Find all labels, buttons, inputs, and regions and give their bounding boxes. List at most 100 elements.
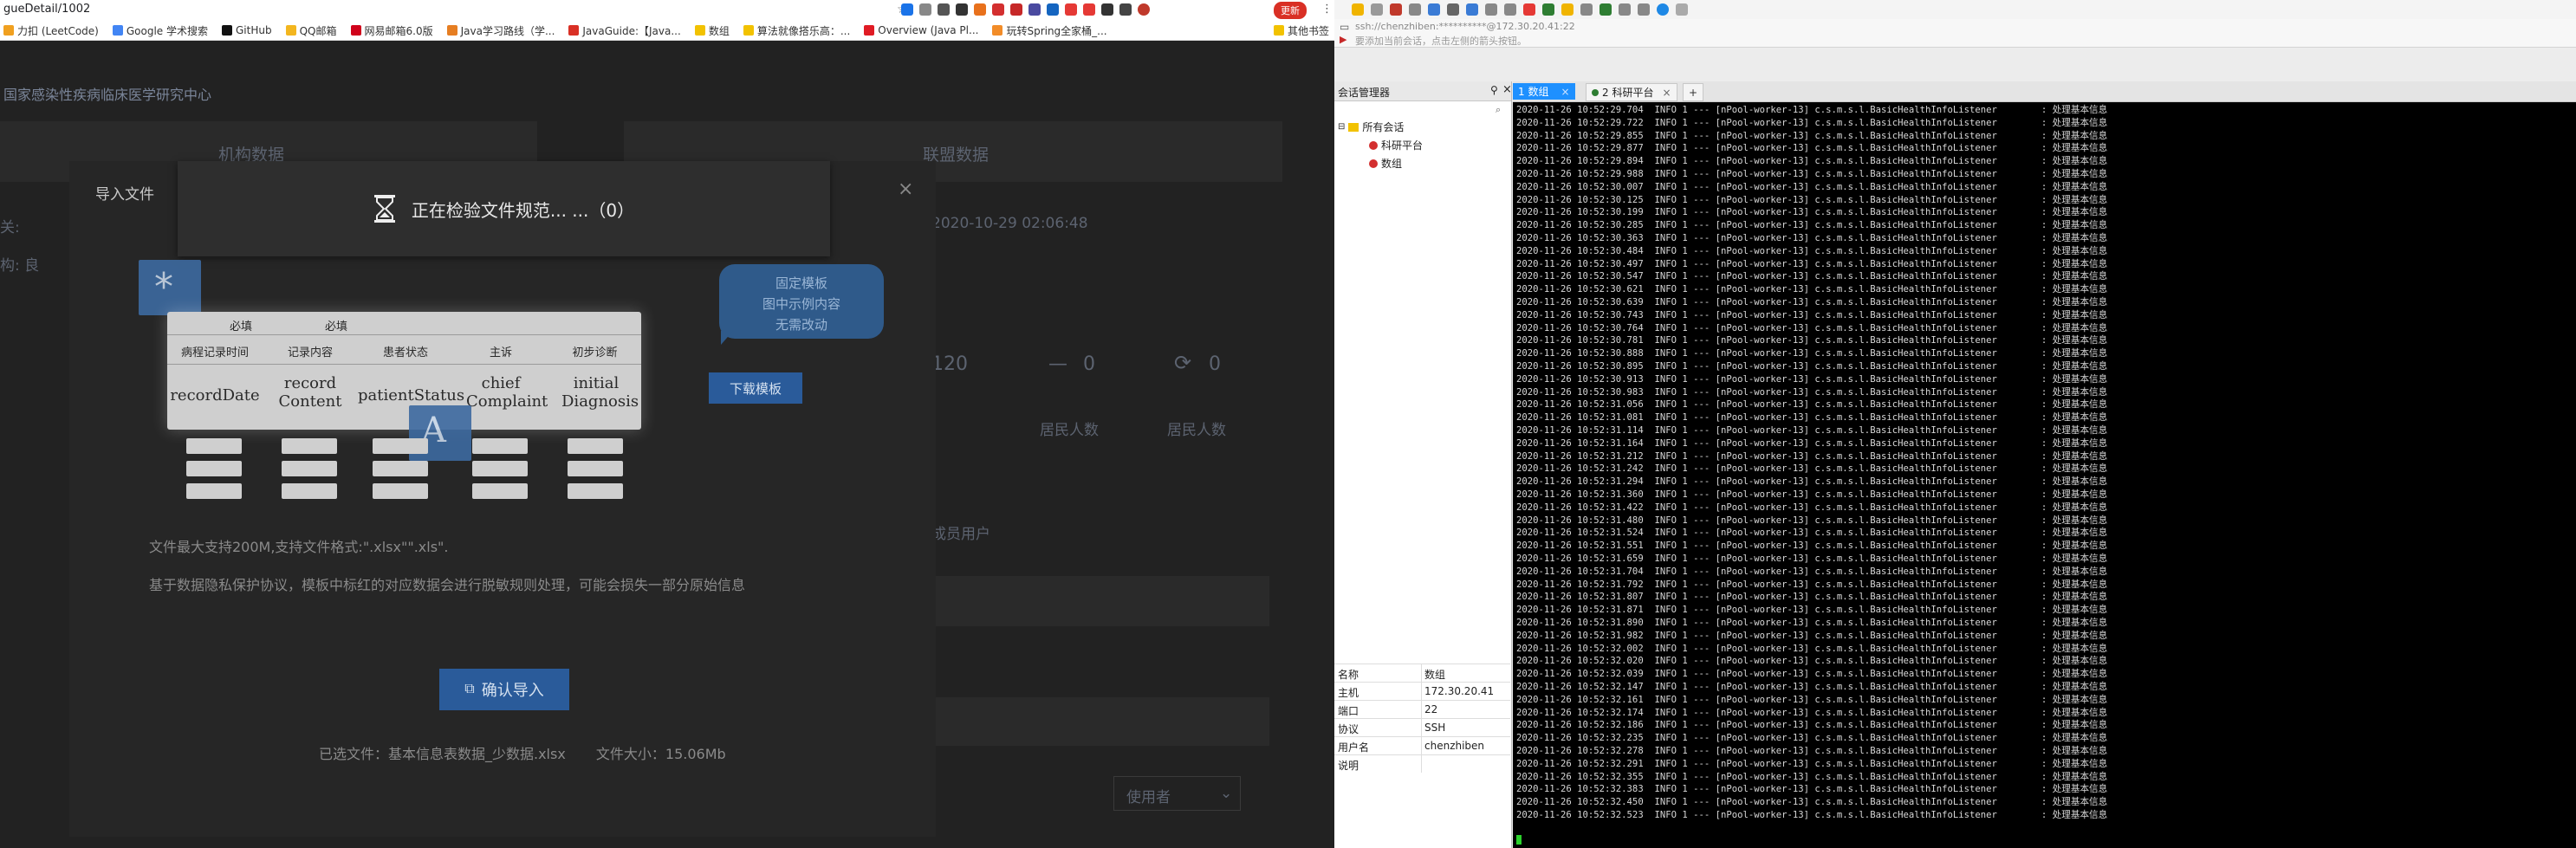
extension-icon[interactable] [938,3,950,16]
toolbar-icon[interactable] [1371,3,1383,16]
log-line: 2020-11-26 10:52:30.743 INFO 1 --- [nPoo… [1516,309,2108,320]
terminal-output[interactable]: 2020-11-26 10:52:29.704 INFO 1 --- [nPoo… [1513,102,2576,848]
url-text[interactable]: gueDetail/1002 [3,3,90,16]
tab-session-1[interactable]: 1 数组 × [1513,83,1575,100]
address-icon: ▭ [1340,21,1350,33]
address-bar[interactable]: gueDetail/1002 ☆ 更新 ⋮ [0,0,1334,22]
bookmark-favicon-icon [864,25,875,36]
folder-icon [694,25,705,36]
property-row: 协议 SSH [1334,718,1510,736]
log-line: 2020-11-26 10:52:30.199 INFO 1 --- [nPoo… [1516,207,2108,218]
extension-icon[interactable] [956,3,968,16]
new-session-icon[interactable] [1352,3,1364,16]
bubble-tail [721,331,733,345]
add-session-arrow-icon[interactable]: ▶ [1340,34,1346,45]
close-icon[interactable]: × [1662,87,1671,99]
log-line: 2020-11-26 10:52:29.855 INFO 1 --- [nPoo… [1516,130,2108,141]
search-icon[interactable]: ⌕ [1496,104,1501,116]
session-manager-header: 会话管理器 ⚲ × [1334,81,1512,101]
column-header-en: recordDate [170,386,260,405]
bookmark-item[interactable]: 力扣 (LeetCode) [3,23,99,38]
toolbar-icon[interactable] [1619,3,1631,16]
filter-label: 关: [0,219,20,236]
confirm-import-button[interactable]: ⧉ 确认导入 [439,669,569,710]
chat-icon[interactable] [1676,3,1688,16]
toolbar-icon[interactable] [1523,3,1535,16]
extension-icon[interactable] [1101,3,1113,16]
download-template-button[interactable]: 下载模板 [709,372,802,404]
property-row: 端口 22 [1334,700,1510,718]
new-tab-button[interactable]: + [1683,83,1704,101]
session-tree: ⊟ 所有会话 科研平台 数组 [1338,120,1423,171]
bookmark-item[interactable]: JavaGuide:【Java... [568,23,681,38]
extension-icon[interactable] [974,3,986,16]
chevron-down-icon: ⌄ [1220,785,1233,802]
session-address[interactable]: ssh://chenzhiben:**********@172.30.20.41… [1355,21,1575,32]
close-icon[interactable]: × [1561,86,1569,98]
extension-icon[interactable] [1083,3,1095,16]
toolbar-icon[interactable] [1542,3,1554,16]
toolbar-icon[interactable] [1580,3,1593,16]
extension-icon[interactable] [1010,3,1022,16]
close-icon[interactable]: × [1502,83,1512,96]
log-line: 2020-11-26 10:52:32.147 INFO 1 --- [nPoo… [1516,682,2108,692]
extension-icon[interactable] [1047,3,1059,16]
pin-icon[interactable]: ⚲ [1490,84,1498,96]
collapse-icon[interactable]: ⊟ [1338,122,1345,132]
tree-item[interactable]: 科研平台 [1369,138,1423,152]
extension-icon[interactable] [1028,3,1041,16]
bookmark-item[interactable]: 算法就像搭乐高：... [743,23,850,38]
table-placeholder [931,697,1269,746]
extension-icon[interactable] [919,3,931,16]
tree-item[interactable]: 数组 [1369,156,1423,171]
extension-icon[interactable] [1065,3,1077,16]
bookmark-item[interactable]: 玩转Spring全家桶_... [992,23,1107,38]
toolbar-icon[interactable] [1409,3,1421,16]
avatar[interactable] [1138,3,1150,16]
bookmark-item[interactable]: Google 学术搜索 [112,23,208,38]
column-header-cn: 记录内容 [287,346,333,359]
bookmark-item[interactable]: Java学习路线（学... [446,23,555,38]
toolbar-icon[interactable] [1485,3,1497,16]
help-icon[interactable] [1657,3,1669,16]
tab-session-2[interactable]: 2 科研平台 × [1586,83,1677,101]
globe-icon[interactable] [1466,3,1478,16]
bookmark-item[interactable]: 网易邮箱6.0版 [350,23,433,38]
extension-icons [901,3,1150,17]
toolbar-icon[interactable] [1504,3,1516,16]
selected-file-info: 已选文件：基本信息表数据_少数据.xlsx 文件大小：15.06Mb [319,742,726,763]
log-line: 2020-11-26 10:52:32.161 INFO 1 --- [nPoo… [1516,694,2108,705]
toolbar-icon[interactable] [1638,3,1650,16]
toolbar-icon[interactable] [1428,3,1440,16]
selected-file-name: 已选文件：基本信息表数据_少数据.xlsx [319,746,566,762]
tree-root[interactable]: ⊟ 所有会话 [1338,120,1423,134]
other-bookmarks[interactable]: 其他书签 [1273,23,1329,38]
log-line: 2020-11-26 10:52:30.895 INFO 1 --- [nPoo… [1516,361,2108,372]
required-label: 必填 [324,320,347,333]
extension-icon[interactable] [992,3,1004,16]
lock-icon[interactable] [1561,3,1574,16]
log-line: 2020-11-26 10:52:30.007 INFO 1 --- [nPoo… [1516,181,2108,192]
update-button[interactable]: 更新 [1274,2,1307,19]
puzzle-icon[interactable] [1119,3,1132,16]
bookmark-item[interactable]: 数组 [694,23,730,38]
modal-title: 导入文件 [95,186,154,204]
log-line: 2020-11-26 10:52:31.422 INFO 1 --- [nPoo… [1516,502,2108,513]
session-icon [1369,159,1378,168]
menu-kebab-icon[interactable]: ⋮ [1321,3,1333,16]
bookmark-item[interactable]: Overview (Java Pl... [864,24,978,36]
close-icon[interactable]: × [898,178,913,200]
extension-icon[interactable] [901,3,913,16]
search-icon[interactable] [1447,3,1459,16]
bookmark-item[interactable]: GitHub [222,24,272,36]
column-header-en: initial Diagnosis [561,374,639,411]
bookmark-item[interactable]: QQ邮箱 [285,23,337,38]
log-line: 2020-11-26 10:52:30.125 INFO 1 --- [nPoo… [1516,194,2108,205]
address-panel: ▭ ssh://chenzhiben:**********@172.30.20.… [1334,19,2576,48]
bookmark-favicon-icon [568,25,580,36]
user-select[interactable]: 使用者 ⌄ [1113,776,1241,811]
fullscreen-icon[interactable] [1599,3,1612,16]
toolbar-icon[interactable] [1390,3,1402,16]
stat-label: 居民人数 [1167,422,1226,439]
folder-icon [1273,25,1284,36]
